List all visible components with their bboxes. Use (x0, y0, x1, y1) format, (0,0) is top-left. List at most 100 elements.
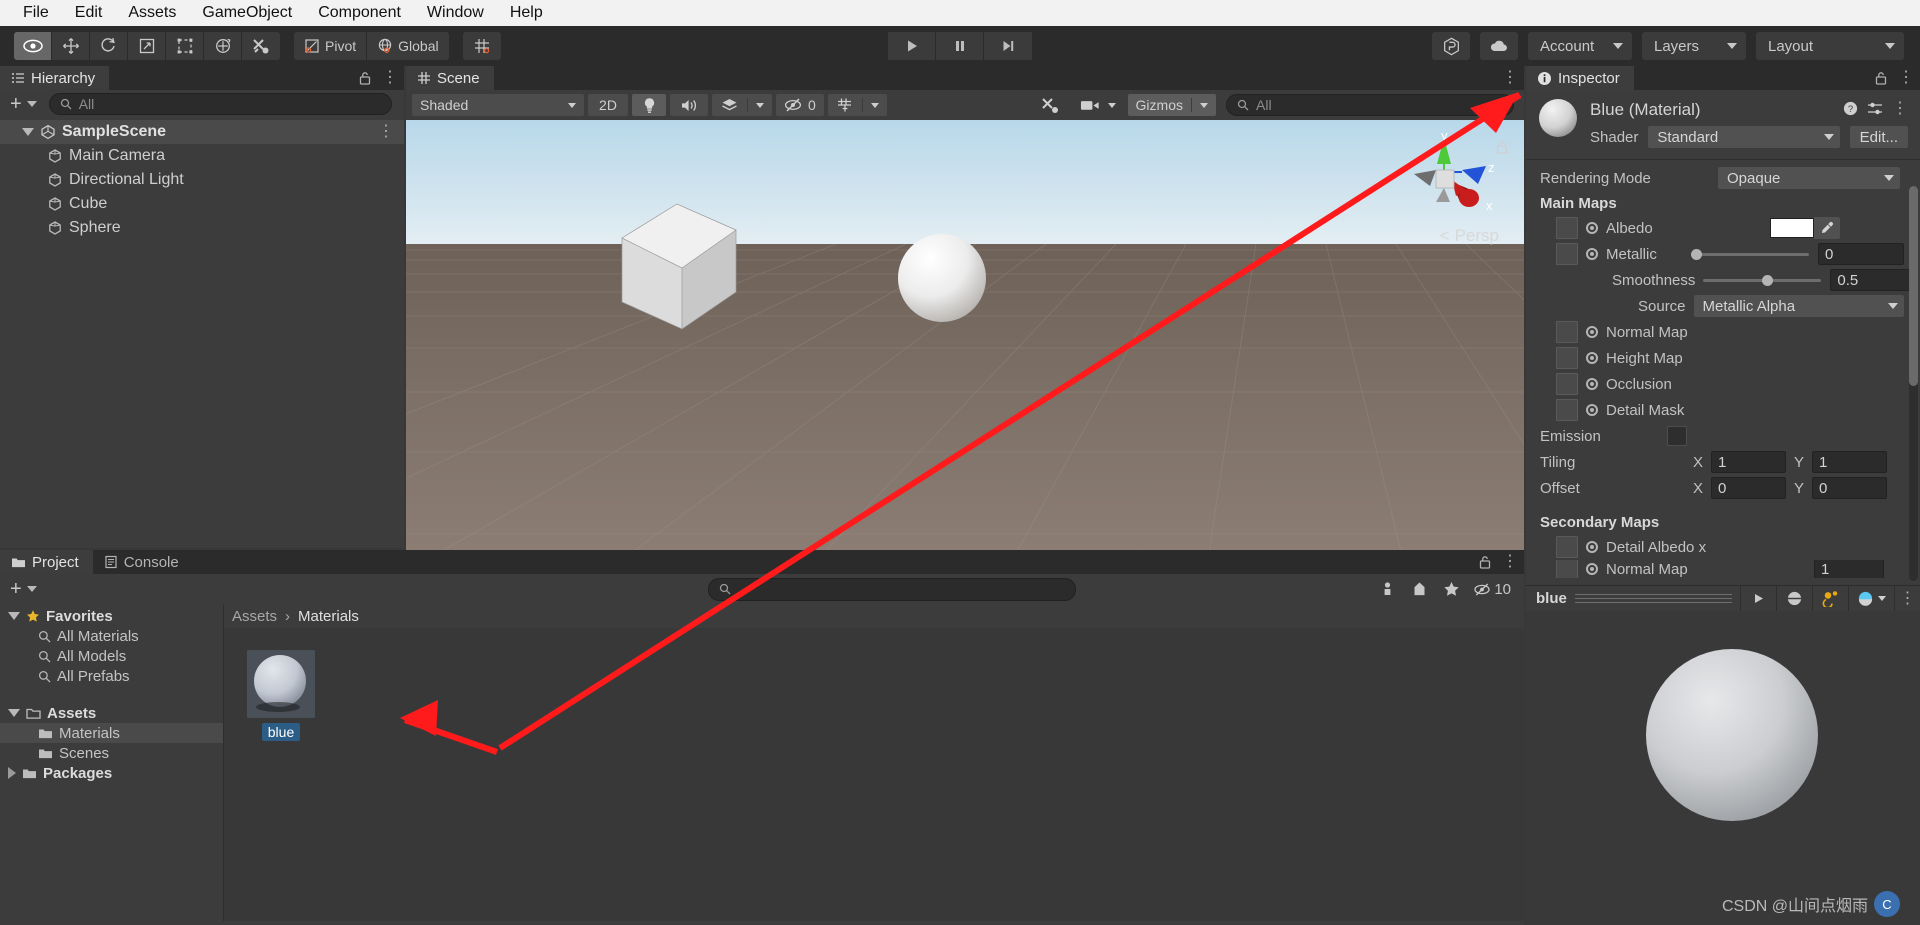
project-item-all-prefabs[interactable]: All Prefabs (0, 666, 223, 686)
preview-lighting-button[interactable] (1812, 585, 1848, 612)
scale-tool-button[interactable] (128, 32, 166, 60)
source-dropdown[interactable]: Metallic Alpha (1693, 295, 1904, 317)
collapse-triangle-icon[interactable] (8, 767, 16, 779)
secondary-normal-value-field[interactable]: 1 (1814, 560, 1884, 578)
scene-lock-icon[interactable] (1496, 140, 1508, 158)
detail-albedo-pin-icon[interactable] (1586, 541, 1598, 553)
tab-scene[interactable]: Scene (406, 66, 494, 90)
collab-icon[interactable] (1432, 32, 1470, 60)
material-menu-icon[interactable]: ⋮ (1892, 100, 1908, 117)
tab-project[interactable]: Project (0, 550, 93, 574)
detail-mask-texture-slot[interactable] (1556, 399, 1578, 421)
menu-item-edit[interactable]: Edit (62, 0, 116, 26)
pivot-toggle-button[interactable]: Pivot (294, 32, 368, 60)
scene-tools-button[interactable] (1033, 94, 1068, 116)
help-icon[interactable]: ? (1843, 101, 1858, 116)
asset-item-blue[interactable]: blue (246, 650, 316, 741)
preview-grip[interactable] (1574, 594, 1740, 603)
project-item-materials[interactable]: Materials (0, 723, 223, 743)
expand-triangle-icon[interactable] (8, 612, 20, 620)
normal-map-pin-icon[interactable] (1586, 326, 1598, 338)
project-add-button[interactable]: + (8, 578, 39, 601)
metallic-pin-icon[interactable] (1586, 248, 1598, 260)
occlusion-pin-icon[interactable] (1586, 378, 1598, 390)
occlusion-texture-slot[interactable] (1556, 373, 1578, 395)
effects-dropdown-button[interactable] (712, 94, 772, 116)
tree-item-cube[interactable]: Cube (0, 192, 404, 216)
albedo-pin-icon[interactable] (1586, 222, 1598, 234)
lock-icon[interactable] (1479, 555, 1491, 569)
preview-play-button[interactable] (1740, 585, 1776, 612)
rect-tool-button[interactable] (166, 32, 204, 60)
tree-item-directional-light[interactable]: Directional Light (0, 168, 404, 192)
inspector-scrollbar-thumb[interactable] (1909, 186, 1918, 386)
height-map-texture-slot[interactable] (1556, 347, 1578, 369)
material-preview-area[interactable] (1526, 611, 1920, 925)
scene-cube-object[interactable] (614, 196, 744, 331)
secondary-normal-pin-icon[interactable] (1586, 563, 1598, 575)
tab-inspector[interactable]: Inspector (1526, 66, 1634, 90)
hierarchy-menu-icon[interactable]: ⋮ (382, 70, 398, 86)
emission-checkbox[interactable] (1666, 426, 1687, 446)
scene-projection-label[interactable]: < Persp (1440, 226, 1499, 246)
tab-console[interactable]: Console (93, 550, 193, 574)
scene-context-menu-icon[interactable]: ⋮ (378, 124, 394, 140)
play-button[interactable] (888, 32, 936, 60)
albedo-texture-slot[interactable] (1556, 217, 1578, 239)
preset-icon[interactable] (1867, 101, 1883, 116)
hidden-objects-button[interactable]: 0 (776, 94, 824, 116)
project-menu-icon[interactable]: ⋮ (1502, 554, 1518, 570)
menu-item-gameobject[interactable]: GameObject (189, 0, 305, 26)
menu-item-file[interactable]: File (10, 0, 62, 26)
expand-triangle-icon[interactable] (8, 709, 20, 717)
filter-by-type-icon[interactable] (1372, 578, 1402, 600)
preview-shape-button[interactable] (1776, 585, 1812, 612)
global-toggle-button[interactable]: Global (367, 32, 449, 60)
move-tool-button[interactable] (52, 32, 90, 60)
favorites-star-icon[interactable] (1436, 578, 1466, 600)
metallic-texture-slot[interactable] (1556, 243, 1578, 265)
shader-edit-button[interactable]: Edit... (1849, 126, 1908, 148)
metallic-slider-knob[interactable] (1691, 248, 1702, 260)
offset-x-field[interactable]: 0 (1711, 477, 1787, 499)
scene-view-gizmo[interactable]: y z x (1400, 130, 1502, 226)
rendering-mode-dropdown[interactable]: Opaque (1718, 167, 1900, 189)
metallic-slider[interactable] (1691, 248, 1809, 260)
project-search-input[interactable] (708, 577, 1076, 601)
tab-hierarchy[interactable]: Hierarchy (0, 66, 110, 90)
scene-viewport[interactable]: y z x < Persp (406, 120, 1524, 572)
menu-item-component[interactable]: Component (305, 0, 414, 26)
layout-dropdown[interactable]: Layout (1756, 32, 1904, 60)
project-item-all-materials[interactable]: All Materials (0, 626, 223, 646)
project-item-favorites[interactable]: Favorites (0, 606, 223, 626)
hand-tool-button[interactable] (14, 32, 52, 60)
shading-mode-dropdown[interactable]: Shaded (412, 94, 584, 116)
project-item-all-models[interactable]: All Models (0, 646, 223, 666)
hierarchy-search-input[interactable]: All (48, 93, 392, 115)
detail-albedo-texture-slot[interactable] (1556, 536, 1578, 558)
tree-item-samplescene[interactable]: SampleScene ⋮ (0, 120, 404, 144)
audio-toggle-button[interactable] (670, 94, 708, 116)
height-map-pin-icon[interactable] (1586, 352, 1598, 364)
toggle-2d-button[interactable]: 2D (588, 94, 628, 116)
custom-tool-button[interactable] (242, 32, 280, 60)
expand-triangle-icon[interactable] (22, 128, 34, 136)
scene-camera-dropdown[interactable] (1072, 94, 1124, 116)
offset-y-field[interactable]: 0 (1812, 477, 1888, 499)
breadcrumb-assets[interactable]: Assets (232, 608, 277, 625)
grid-snapping-button[interactable] (462, 32, 501, 60)
tree-item-main-camera[interactable]: Main Camera (0, 144, 404, 168)
step-button[interactable] (984, 32, 1032, 60)
rotate-tool-button[interactable] (90, 32, 128, 60)
smoothness-slider[interactable] (1703, 274, 1822, 286)
grid-visibility-dropdown[interactable] (827, 94, 887, 116)
tiling-x-field[interactable]: 1 (1711, 451, 1787, 473)
tree-item-sphere[interactable]: Sphere (0, 216, 404, 240)
project-item-assets[interactable]: Assets (0, 703, 223, 723)
transform-tool-button[interactable] (204, 32, 242, 60)
breadcrumb-materials[interactable]: Materials (298, 608, 359, 625)
scene-search-input[interactable]: All (1226, 94, 1514, 116)
preview-environment-button[interactable] (1848, 585, 1894, 612)
scene-sphere-object[interactable] (892, 230, 992, 330)
smoothness-slider-knob[interactable] (1762, 274, 1774, 286)
